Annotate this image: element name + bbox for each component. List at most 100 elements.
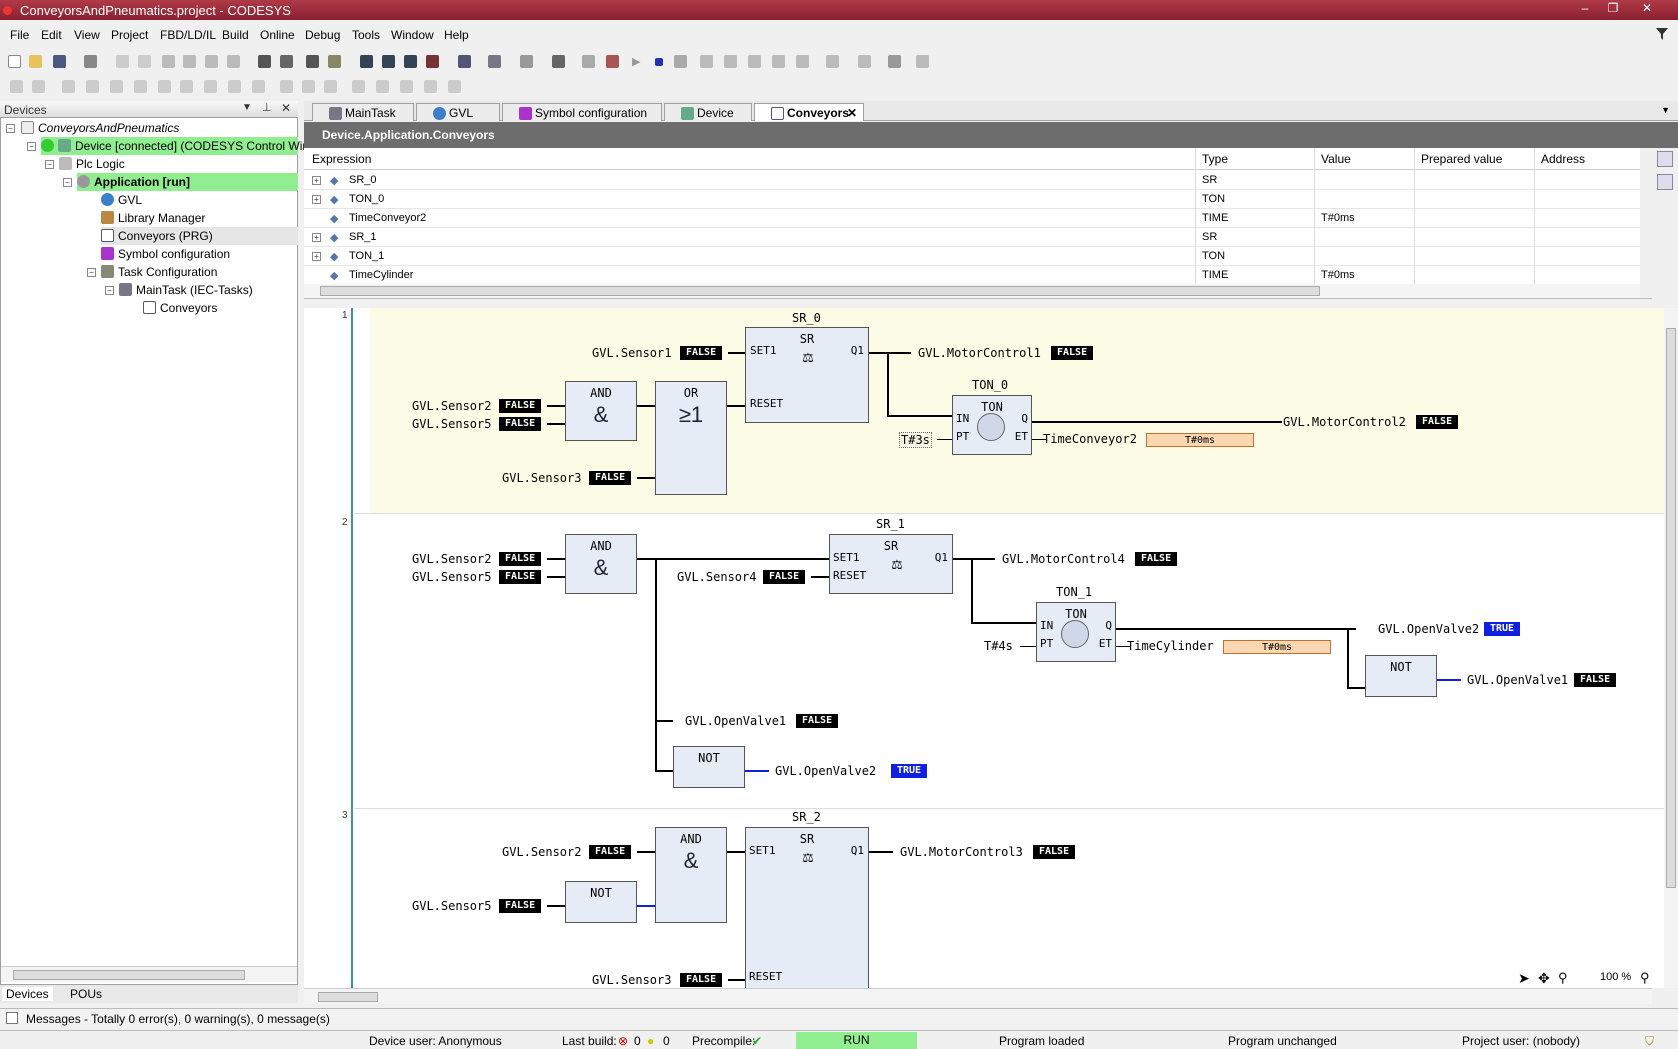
branch-icon[interactable]	[252, 80, 265, 93]
insert-element-icon[interactable]	[488, 55, 501, 68]
not-block[interactable]: NOT	[673, 746, 745, 788]
scroll-thumb[interactable]	[320, 286, 1320, 296]
col-expression[interactable]: Expression	[312, 152, 371, 166]
box-icon[interactable]	[134, 80, 147, 93]
sr2-block[interactable]: SR SET1 Q1 RESET ⚖	[745, 827, 869, 988]
pin-icon[interactable]: ⊥	[262, 101, 272, 114]
download-icon[interactable]	[458, 55, 471, 68]
panel-close-icon[interactable]: ✕	[281, 101, 291, 115]
menu-edit[interactable]: Edit	[41, 28, 62, 42]
contact-icon[interactable]	[62, 80, 75, 93]
save-icon[interactable]	[53, 55, 66, 68]
set-next-icon[interactable]	[772, 55, 785, 68]
col-type[interactable]: Type	[1202, 152, 1228, 166]
menu-help[interactable]: Help	[444, 28, 469, 42]
pan-tool-icon[interactable]: ✥	[1538, 970, 1550, 987]
tree-item-plc-logic[interactable]: Plc Logic	[59, 155, 125, 173]
zoom-tool-icon[interactable]: ⚲	[1558, 970, 1568, 986]
scroll-thumb[interactable]	[1666, 328, 1676, 888]
close-button[interactable]: ✕	[1634, 0, 1660, 18]
not-block[interactable]: NOT	[565, 881, 637, 923]
undo-icon[interactable]	[116, 55, 129, 68]
table-row[interactable]: + ◆ TON_1 TON	[304, 247, 1640, 266]
filter-funnel-icon[interactable]	[1655, 27, 1669, 41]
col-prepared-value[interactable]: Prepared value	[1421, 152, 1502, 166]
find-next-icon[interactable]	[280, 55, 293, 68]
table-row[interactable]: + ◆ SR_0 SR	[304, 171, 1640, 190]
menu-online[interactable]: Online	[260, 28, 295, 42]
messages-bar[interactable]: Messages - Totally 0 error(s), 0 warning…	[0, 1008, 1678, 1027]
open-folder-icon[interactable]	[29, 55, 42, 68]
find-icon[interactable]	[258, 55, 271, 68]
online-change-icon[interactable]	[520, 55, 533, 68]
row-expand-icon[interactable]: +	[312, 252, 321, 261]
run-to-cursor-icon[interactable]	[748, 55, 761, 68]
tree-item-application[interactable]: Application [run]	[77, 173, 298, 191]
reset-icon[interactable]	[606, 55, 619, 68]
tree-collapse-icon[interactable]: −	[87, 268, 96, 277]
tree-item-project[interactable]: ConveyorsAndPneumatics	[21, 119, 179, 137]
redo-icon[interactable]	[138, 55, 151, 68]
sr0-instance-name[interactable]: SR_0	[792, 311, 821, 325]
flow-control-icon[interactable]	[916, 55, 929, 68]
bookmark-icon[interactable]	[328, 55, 341, 68]
tree-item-device[interactable]: Device [connected] (CODESYS Control Win …	[41, 137, 327, 155]
properties-icon[interactable]	[1657, 174, 1673, 190]
tab-pous[interactable]: POUs	[66, 987, 106, 1001]
toggle-icon[interactable]	[448, 80, 461, 93]
breakpoint-icon[interactable]	[552, 55, 565, 68]
edge-rising-icon[interactable]	[302, 80, 315, 93]
step-out-icon[interactable]	[724, 55, 737, 68]
tab-close-icon[interactable]: ✕	[847, 106, 857, 120]
menu-view[interactable]: View	[74, 28, 100, 42]
label-icon[interactable]	[424, 80, 437, 93]
force-values-icon[interactable]	[858, 55, 871, 68]
build-icon[interactable]	[360, 55, 373, 68]
menu-project[interactable]: Project	[111, 28, 148, 42]
parallel-branch-icon[interactable]	[400, 80, 413, 93]
new-file-icon[interactable]	[8, 55, 21, 68]
parallel-contact-icon[interactable]	[86, 80, 99, 93]
sr1-block[interactable]: SR SET1 Q1 RESET ⚖	[829, 534, 953, 594]
fbd-vscrollbar[interactable]	[1664, 308, 1678, 988]
menu-build[interactable]: Build	[222, 28, 249, 42]
splitter[interactable]	[304, 298, 1664, 308]
coil-icon[interactable]	[110, 80, 123, 93]
tree-collapse-icon[interactable]: −	[27, 142, 36, 151]
tree-item-conveyors-call[interactable]: Conveyors	[143, 299, 217, 317]
and-block[interactable]: AND &	[565, 534, 637, 594]
sr0-block[interactable]: SR SET1 Q1 RESET ⚖	[745, 327, 869, 423]
row-expand-icon[interactable]: +	[312, 233, 321, 242]
devices-hscrollbar[interactable]	[1, 966, 297, 982]
logout-icon[interactable]	[426, 55, 439, 68]
print-icon[interactable]	[84, 55, 97, 68]
sr1-instance-name[interactable]: SR_1	[876, 517, 905, 531]
tab-conveyors[interactable]: Conveyors ✕	[754, 103, 864, 121]
restore-button[interactable]: ❐	[1600, 0, 1626, 18]
row-expand-icon[interactable]: +	[312, 195, 321, 204]
or-block[interactable]: OR ≥1	[655, 381, 727, 495]
tree-item-maintask[interactable]: MainTask (IEC-Tasks)	[119, 281, 253, 299]
table-row[interactable]: ◆ TimeConveyor2 TIME T#0ms	[304, 209, 1640, 228]
sr2-instance-name[interactable]: SR_2	[792, 810, 821, 824]
edge-falling-icon[interactable]	[324, 80, 337, 93]
copy-icon[interactable]	[183, 55, 196, 68]
negate-icon[interactable]	[280, 80, 293, 93]
rebuild-icon[interactable]	[382, 55, 395, 68]
ton1-block[interactable]: TON IN PT Q ET	[1036, 602, 1116, 662]
and-block[interactable]: AND &	[655, 827, 727, 923]
tab-gvl[interactable]: GVL	[416, 103, 500, 121]
login-icon[interactable]	[404, 55, 417, 68]
tree-item-symbol-configuration[interactable]: Symbol configuration	[101, 245, 230, 263]
panel-menu-chevron-icon[interactable]: ▼	[242, 102, 252, 113]
col-value[interactable]: Value	[1321, 152, 1351, 166]
network-insert-icon[interactable]	[10, 80, 23, 93]
ton1-instance-name[interactable]: TON_1	[1056, 585, 1092, 599]
replace-icon[interactable]	[306, 55, 319, 68]
settings-gear-icon[interactable]	[582, 55, 595, 68]
table-row[interactable]: ◆ TimeCylinder TIME T#0ms	[304, 266, 1640, 283]
tree-item-library-manager[interactable]: Library Manager	[101, 209, 205, 227]
tab-symbol-configuration[interactable]: Symbol configuration	[502, 103, 662, 121]
write-values-icon[interactable]	[826, 55, 839, 68]
security-shield-icon[interactable]: ⛉	[1645, 1034, 1654, 1049]
